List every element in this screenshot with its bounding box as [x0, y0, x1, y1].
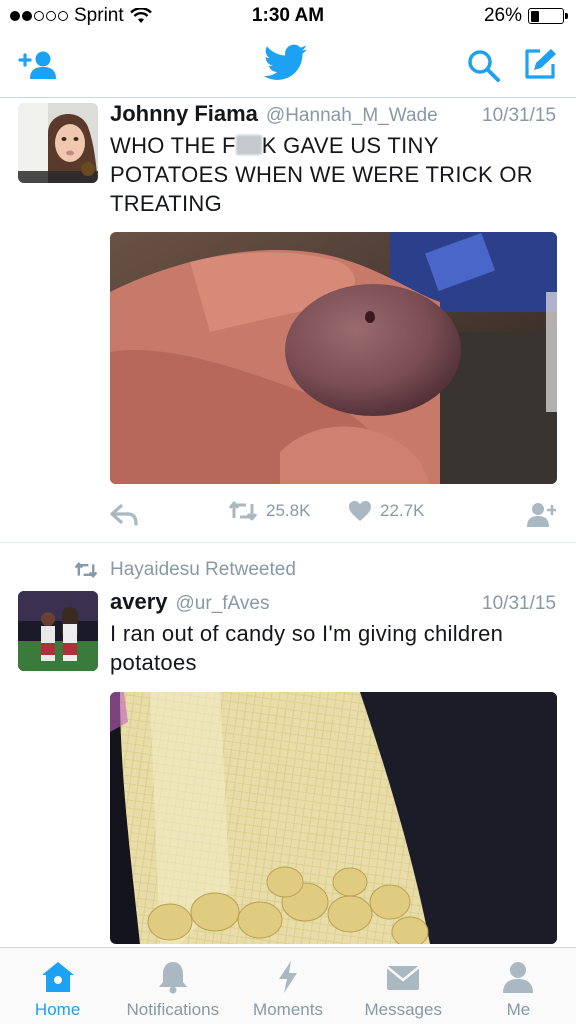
tab-bar: Home Notifications Moments Messages Me — [0, 947, 576, 1024]
retweet-action[interactable]: 25.8K — [228, 500, 310, 522]
retweet-icon — [74, 562, 98, 578]
tab-messages[interactable]: Messages — [346, 948, 461, 1024]
reply-icon[interactable] — [110, 504, 138, 526]
status-right: 26% — [483, 5, 568, 27]
author-handle[interactable]: @Hannah_M_Wade — [266, 105, 438, 127]
retweet-icon — [228, 501, 258, 521]
envelope-icon — [386, 966, 420, 990]
tweet[interactable]: Hayaidesu Retweeted avery @ur_fAves 10/3… — [0, 543, 576, 947]
search-icon[interactable] — [466, 48, 502, 84]
tweet-content: Johnny Fiama @Hannah_M_Wade 10/31/15 WHO… — [110, 101, 556, 218]
tab-label: Home — [34, 1000, 81, 1019]
tweet-text-part: WHO THE F — [110, 133, 236, 158]
compose-icon[interactable] — [522, 46, 558, 82]
tweet-actions — [110, 366, 556, 396]
tab-home[interactable]: Home — [0, 948, 115, 1024]
battery-percent: 26% — [483, 5, 522, 26]
tweet-text: I ran out of candy so I'm giving childre… — [110, 621, 504, 675]
status-bar: Sprint 1:30 AM 26% — [0, 0, 576, 34]
home-icon — [41, 962, 74, 992]
tab-label: Moments — [253, 1000, 323, 1019]
retweet-context: Hayaidesu Retweeted — [74, 559, 296, 581]
avatar-image — [18, 591, 98, 671]
author-name[interactable]: avery — [110, 589, 168, 615]
potato-bag-photo — [110, 692, 557, 944]
tweet-content: avery @ur_fAves 10/31/15 I ran out of ca… — [110, 589, 556, 677]
tab-label: Me — [506, 1000, 531, 1019]
retweet-context-label[interactable]: Hayaidesu Retweeted — [110, 559, 296, 581]
avatar-image — [18, 103, 98, 183]
potato-photo — [110, 232, 557, 484]
tweet-date: 10/31/15 — [482, 105, 556, 126]
battery-fill — [530, 10, 539, 22]
bell-icon — [158, 962, 187, 994]
like-count: 22.7K — [380, 501, 425, 520]
tweet-date: 10/31/15 — [482, 593, 556, 614]
avatar[interactable] — [18, 591, 98, 671]
tab-label: Messages — [364, 1000, 442, 1019]
tab-notifications[interactable]: Notifications — [115, 948, 230, 1024]
add-user-icon[interactable] — [18, 50, 58, 80]
tweet-photo[interactable] — [110, 232, 557, 484]
person-icon — [503, 962, 534, 993]
tab-me[interactable]: Me — [461, 948, 576, 1024]
author-name[interactable]: Johnny Fiama — [110, 101, 258, 127]
tab-label: Notifications — [126, 1000, 220, 1019]
retweet-count: 25.8K — [266, 501, 311, 520]
heart-icon — [349, 501, 371, 521]
follow-author-icon[interactable] — [526, 502, 556, 528]
lightning-icon — [279, 961, 297, 993]
tweet-text: WHO THE FK GAVE US TINY POTATOES WHEN WE… — [110, 131, 556, 218]
censor-blur — [235, 135, 262, 155]
tweet[interactable]: Johnny Fiama @Hannah_M_Wade 10/31/15 WHO… — [0, 99, 576, 543]
like-action[interactable]: 22.7K — [348, 500, 424, 522]
twitter-bird-icon — [264, 44, 308, 80]
timeline[interactable]: Johnny Fiama @Hannah_M_Wade 10/31/15 WHO… — [0, 99, 576, 947]
battery-icon — [528, 8, 568, 24]
tweet-header: Johnny Fiama @Hannah_M_Wade 10/31/15 — [110, 101, 556, 129]
nav-bar — [0, 34, 576, 98]
tab-moments[interactable]: Moments — [230, 948, 345, 1024]
tweet-action-bar: 25.8K 22.7K — [110, 500, 556, 530]
tweet-header: avery @ur_fAves 10/31/15 — [110, 589, 556, 617]
tweet-photo[interactable] — [110, 692, 557, 944]
avatar[interactable] — [18, 103, 98, 183]
author-handle[interactable]: @ur_fAves — [176, 593, 270, 615]
